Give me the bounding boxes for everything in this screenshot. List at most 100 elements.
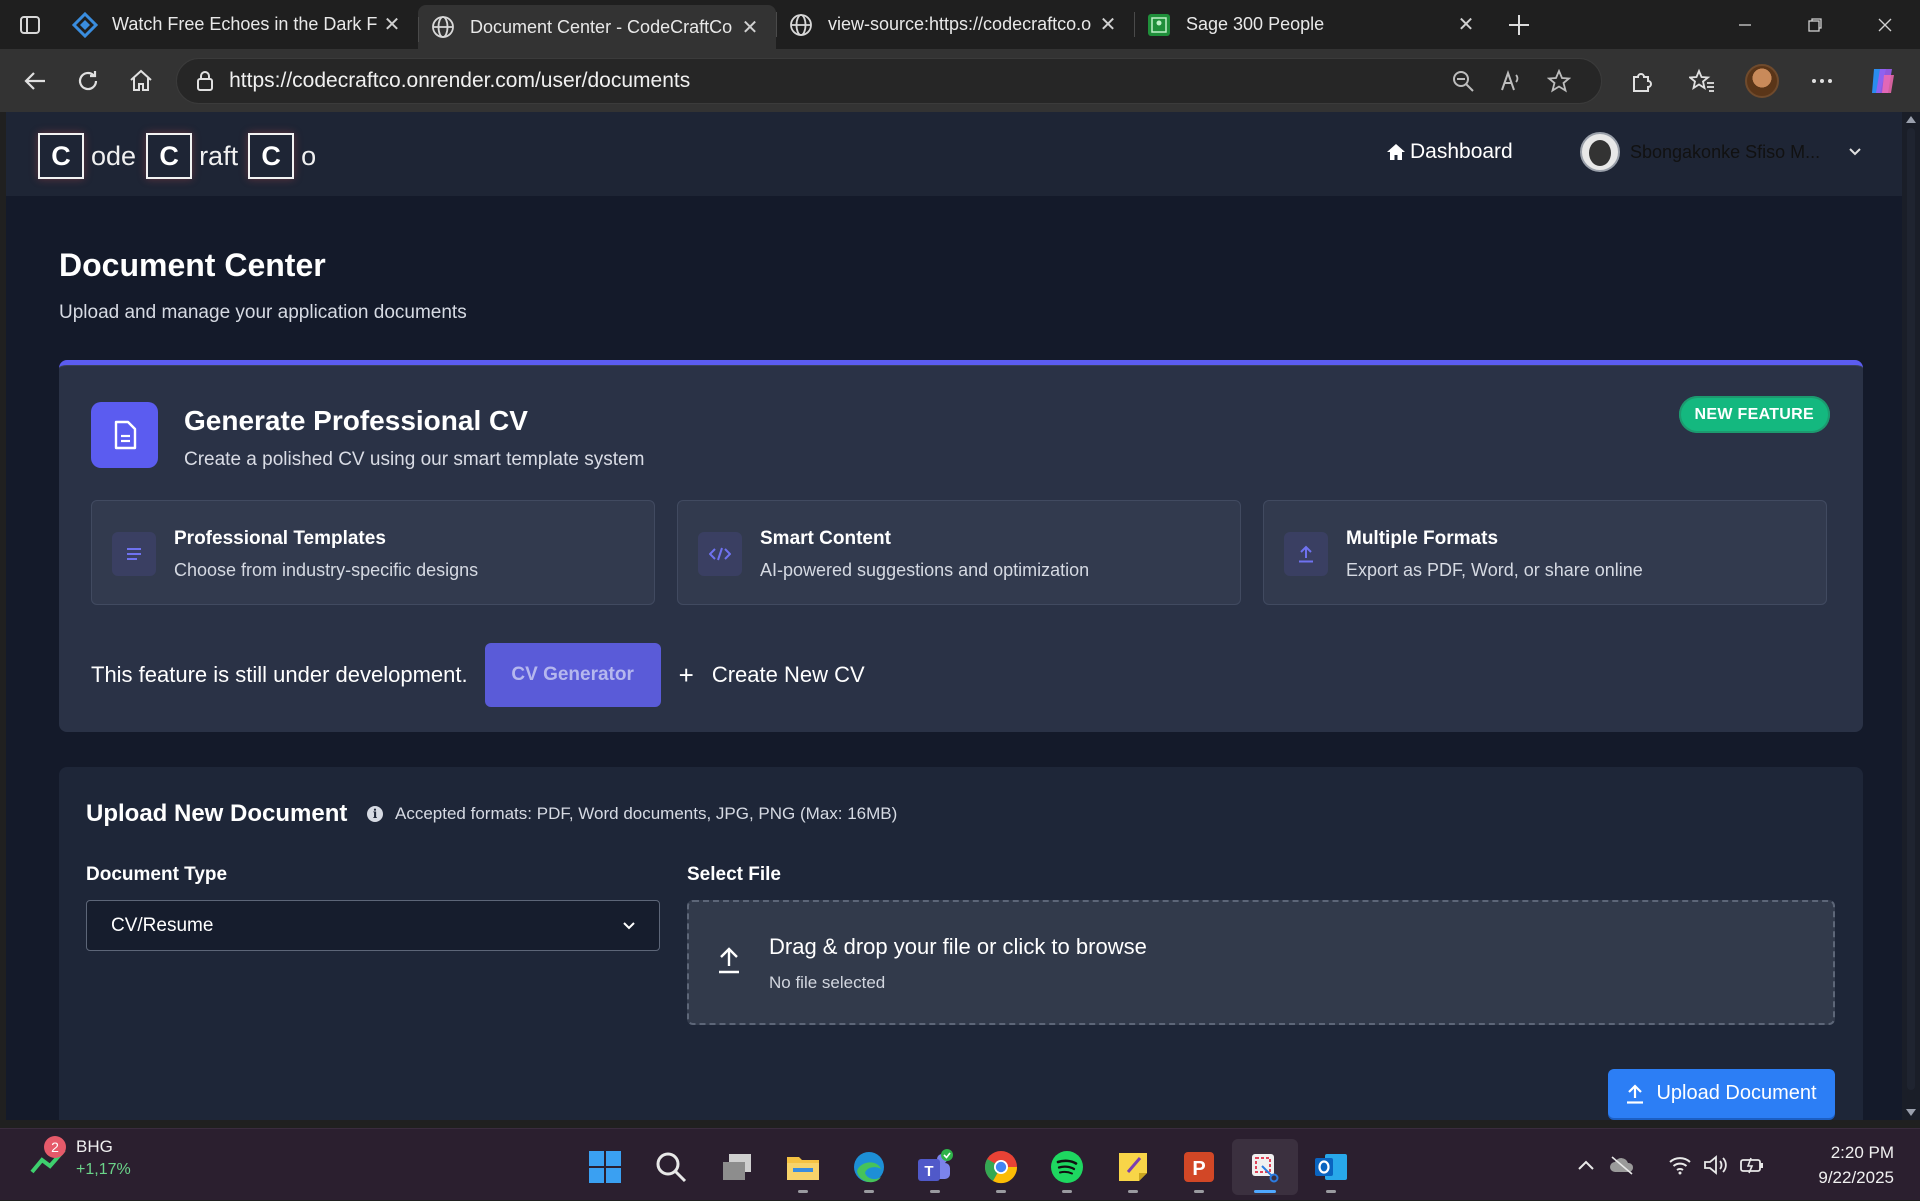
- snipping-tool-icon: [1252, 1154, 1279, 1183]
- lock-icon: [197, 70, 214, 91]
- chevron-up-icon[interactable]: [1568, 1159, 1604, 1171]
- tab-title: Watch Free Echoes in the Dark Fu: [112, 14, 378, 34]
- feature-professional-templates: Professional Templates Choose from indus…: [91, 500, 655, 605]
- close-tab-icon[interactable]: ✕: [378, 11, 406, 39]
- start-button[interactable]: [572, 1139, 638, 1195]
- taskbar-outlook[interactable]: [1298, 1139, 1364, 1195]
- site-logo[interactable]: C ode C raft C o: [38, 133, 326, 179]
- stock-name: BHG: [76, 1137, 113, 1156]
- page-scrollbar[interactable]: [1902, 112, 1920, 1120]
- upload-card-title: Upload New Document: [86, 800, 348, 827]
- minimize-icon[interactable]: [1710, 0, 1780, 49]
- copilot-icon[interactable]: [1852, 59, 1912, 103]
- dashboard-link[interactable]: Dashboard: [1386, 140, 1513, 164]
- file-dropzone[interactable]: Drag & drop your file or click to browse…: [687, 900, 1835, 1025]
- scroll-up-icon[interactable]: [1906, 116, 1916, 123]
- new-tab-button[interactable]: [1492, 0, 1546, 49]
- scroll-down-icon[interactable]: [1906, 1109, 1916, 1116]
- feature-description: Export as PDF, Word, or share online: [1346, 560, 1643, 580]
- browser-tab-3[interactable]: view-source:https://codecraftco.o ✕: [776, 0, 1134, 49]
- development-note: This feature is still under development.: [91, 662, 468, 687]
- zoom-out-icon[interactable]: [1439, 69, 1487, 93]
- favorite-star-icon[interactable]: [1535, 68, 1583, 93]
- browser-tab-1[interactable]: Watch Free Echoes in the Dark Fu ✕: [60, 0, 418, 49]
- svg-text:T: T: [924, 1163, 933, 1180]
- home-icon: [130, 69, 153, 91]
- teams-icon: T: [918, 1149, 953, 1181]
- taskbar-file-explorer[interactable]: [770, 1139, 836, 1195]
- user-menu[interactable]: Sbongakonke Sfiso M...: [1580, 132, 1862, 172]
- task-view-button[interactable]: [704, 1139, 770, 1195]
- address-bar[interactable]: https://codecraftco.onrender.com/user/do…: [176, 57, 1602, 104]
- cv-card-title: Generate Professional CV: [184, 405, 528, 436]
- browser-toolbar: https://codecraftco.onrender.com/user/do…: [0, 49, 1920, 112]
- info-icon: i: [367, 806, 383, 822]
- stock-change: +1,17%: [76, 1161, 131, 1178]
- feature-description: Choose from industry-specific designs: [174, 560, 479, 580]
- taskbar-edge[interactable]: [836, 1139, 902, 1195]
- clock-date: 9/22/2025: [1818, 1168, 1894, 1187]
- site-header: C ode C raft C o Dashboard Sbongakonke S…: [6, 112, 1902, 196]
- taskbar-chrome[interactable]: [968, 1139, 1034, 1195]
- sidebar-tabs-icon: [20, 15, 40, 34]
- taskbar-teams[interactable]: T: [902, 1139, 968, 1195]
- taskbar-powerpoint[interactable]: P: [1166, 1139, 1232, 1195]
- logo-text: raft: [199, 140, 239, 171]
- feature-title: Smart Content: [760, 528, 891, 549]
- upload-document-button[interactable]: Upload Document: [1608, 1069, 1835, 1118]
- favorites-icon[interactable]: [1672, 59, 1732, 103]
- svg-text:P: P: [1192, 1158, 1205, 1180]
- accepted-formats-text: Accepted formats: PDF, Word documents, J…: [395, 804, 898, 823]
- browser-tab-bar: Watch Free Echoes in the Dark Fu ✕ Docum…: [0, 0, 1920, 49]
- folder-icon: [787, 1157, 819, 1180]
- task-view-icon: [723, 1154, 751, 1180]
- browser-tab-4[interactable]: Sage 300 People ✕: [1134, 0, 1492, 49]
- taskbar-sticky-notes[interactable]: [1100, 1139, 1166, 1195]
- back-button[interactable]: [8, 59, 61, 103]
- taskbar-snipping-tool[interactable]: [1232, 1139, 1298, 1195]
- avatar: [1580, 132, 1620, 172]
- outlook-icon: [1315, 1154, 1347, 1180]
- extensions-icon[interactable]: [1612, 59, 1672, 103]
- system-tray: 2:20 PM 9/22/2025: [1568, 1129, 1920, 1201]
- tab-actions-button[interactable]: [0, 0, 60, 49]
- profile-button[interactable]: [1732, 59, 1792, 103]
- system-clock[interactable]: 2:20 PM 9/22/2025: [1770, 1140, 1920, 1190]
- tab-title: view-source:https://codecraftco.o: [828, 14, 1092, 34]
- document-type-select[interactable]: CV/Resume: [86, 900, 660, 951]
- dropzone-title: Drag & drop your file or click to browse: [769, 934, 1147, 959]
- close-tab-icon[interactable]: ✕: [1094, 11, 1122, 39]
- battery-icon[interactable]: [1734, 1155, 1770, 1175]
- taskbar-spotify[interactable]: [1034, 1139, 1100, 1195]
- chrome-icon: [984, 1151, 1018, 1184]
- close-tab-icon[interactable]: ✕: [1452, 11, 1480, 39]
- home-button[interactable]: [115, 59, 168, 103]
- cv-generator-card: Generate Professional CV Create a polish…: [59, 360, 1863, 732]
- restore-icon[interactable]: [1780, 0, 1850, 49]
- upload-icon: [719, 947, 739, 974]
- plus-icon: [1509, 14, 1529, 35]
- cv-generator-button[interactable]: CV Generator: [484, 643, 661, 707]
- create-new-cv-button[interactable]: + Create New CV: [679, 660, 865, 691]
- volume-icon[interactable]: [1698, 1155, 1734, 1175]
- onedrive-icon[interactable]: [1604, 1155, 1640, 1175]
- read-aloud-icon[interactable]: [1487, 69, 1535, 93]
- stock-widget[interactable]: 2 BHG +1,17%: [30, 1136, 131, 1179]
- page-subtitle: Upload and manage your application docum…: [59, 302, 467, 323]
- feature-smart-content: Smart Content AI-powered suggestions and…: [677, 500, 1241, 605]
- close-tab-icon[interactable]: ✕: [736, 13, 764, 41]
- feature-description: AI-powered suggestions and optimization: [760, 560, 1090, 580]
- more-options-icon[interactable]: [1792, 59, 1852, 103]
- list-icon: [112, 532, 156, 576]
- taskbar-search[interactable]: [638, 1139, 704, 1195]
- scrollbar-thumb[interactable]: [1907, 128, 1915, 1090]
- app-icon: [72, 11, 98, 38]
- browser-tab-2[interactable]: Document Center - CodeCraftCo ✕: [418, 5, 776, 49]
- accepted-formats-note: i Accepted formats: PDF, Word documents,…: [367, 804, 897, 824]
- refresh-button[interactable]: [61, 59, 114, 103]
- dashboard-label: Dashboard: [1410, 140, 1513, 163]
- logo-letter: C: [248, 133, 295, 179]
- close-window-icon[interactable]: [1850, 0, 1920, 49]
- wifi-icon[interactable]: [1662, 1155, 1698, 1175]
- globe-icon: [430, 14, 456, 40]
